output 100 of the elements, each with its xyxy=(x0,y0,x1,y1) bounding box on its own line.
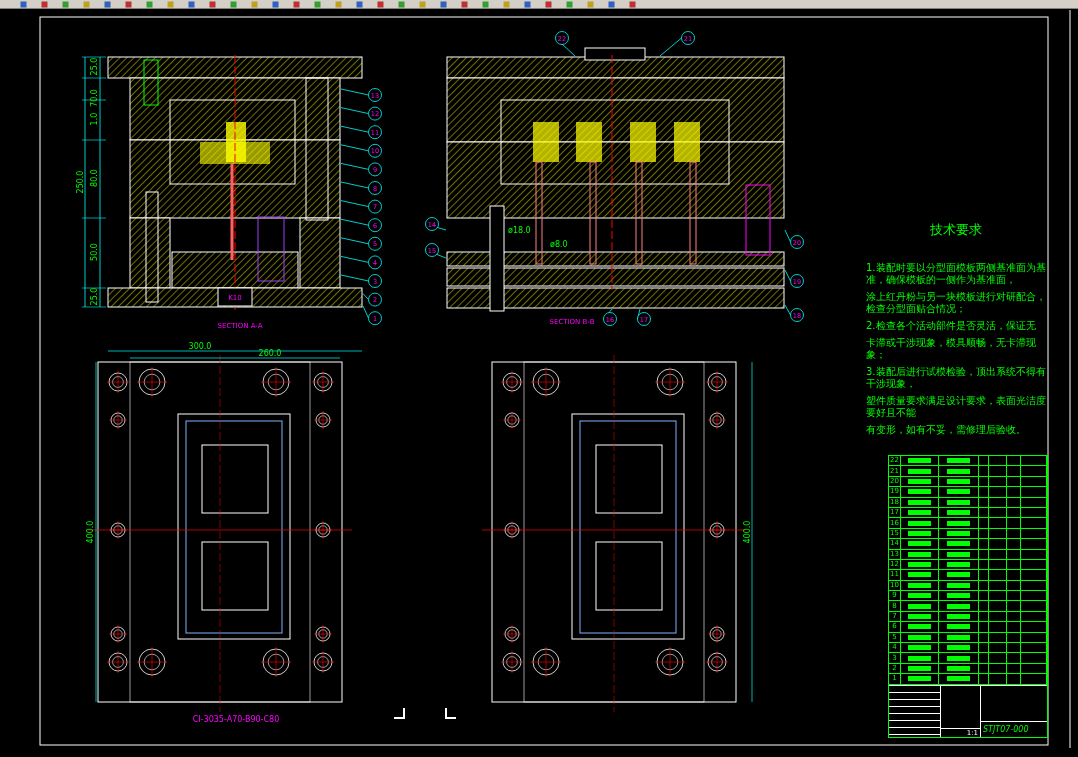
bolt-hole-icon xyxy=(705,650,729,674)
leader-line xyxy=(340,237,369,245)
bolt-hole-icon xyxy=(108,410,128,430)
blurred-text-mark xyxy=(946,489,971,495)
bolt-hole-icon xyxy=(136,646,168,678)
bolt-hole-icon xyxy=(500,650,524,674)
tool-icon[interactable] xyxy=(398,0,405,8)
tool-icon[interactable] xyxy=(461,0,468,8)
blurred-text-mark xyxy=(946,458,971,464)
blurred-text-mark xyxy=(946,634,971,640)
tool-icon[interactable] xyxy=(608,0,615,8)
tool-icon[interactable] xyxy=(272,0,279,8)
blurred-text-mark xyxy=(946,478,971,484)
leader-line xyxy=(362,305,369,319)
tool-icon[interactable] xyxy=(440,0,447,8)
tool-icon[interactable] xyxy=(20,0,27,8)
blurred-text-mark xyxy=(946,551,971,557)
blurred-text-mark xyxy=(946,603,971,609)
leader-line xyxy=(340,181,369,189)
dimension-text: ø8.0 xyxy=(550,240,568,249)
leader-line xyxy=(340,125,369,133)
bolt-hole-icon xyxy=(707,410,727,430)
leader-line xyxy=(784,304,791,316)
leader-line xyxy=(340,274,369,282)
requirement-text: 涂上红丹粉与另一块模板进行对研配合，检查分型面贴合情况； xyxy=(866,291,1046,315)
tool-icon[interactable] xyxy=(293,0,300,8)
blurred-text-mark xyxy=(908,614,931,620)
bolt-hole-icon xyxy=(502,624,522,644)
blurred-text-mark xyxy=(908,499,931,505)
blurred-text-mark xyxy=(908,530,931,536)
requirement-text: 卡滞或干涉现象，模具顺畅，无卡滞现象； xyxy=(866,337,1037,361)
tool-icon[interactable] xyxy=(629,0,636,8)
tool-icon[interactable] xyxy=(104,0,111,8)
blurred-text-mark xyxy=(908,489,931,495)
bolt-hole-icon xyxy=(108,624,128,644)
dimension-text: 400.0 xyxy=(86,520,95,544)
corner-mark-icon xyxy=(393,707,405,719)
tool-icon[interactable] xyxy=(566,0,573,8)
tool-icon[interactable] xyxy=(125,0,132,8)
tool-icon[interactable] xyxy=(209,0,216,8)
tool-icon[interactable] xyxy=(146,0,153,8)
bolt-hole-icon xyxy=(500,370,524,394)
bolt-hole-icon xyxy=(707,624,727,644)
leader-line xyxy=(340,88,369,96)
blurred-text-mark xyxy=(908,520,931,526)
requirement-text: 塑件质量要求满足设计要求，表面光洁度要好且不能 xyxy=(866,395,1046,419)
blurred-text-mark xyxy=(908,645,931,651)
blurred-text-mark xyxy=(946,468,971,474)
bolt-hole-icon xyxy=(136,366,168,398)
bolt-hole-icon xyxy=(260,366,292,398)
blurred-text-mark xyxy=(946,572,971,578)
tool-icon[interactable] xyxy=(377,0,384,8)
tool-icon[interactable] xyxy=(314,0,321,8)
blurred-text-mark xyxy=(908,458,931,464)
blurred-text-mark xyxy=(946,510,971,516)
tool-icon[interactable] xyxy=(356,0,363,8)
blurred-text-mark xyxy=(946,541,971,547)
blurred-text-mark xyxy=(908,478,931,484)
requirement-text: 有变形，如有不妥，需修理后验收。 xyxy=(866,424,1027,436)
leader-line xyxy=(659,37,682,57)
tool-icon[interactable] xyxy=(545,0,552,8)
dimension-text: 260.0 xyxy=(258,349,282,358)
blurred-text-mark xyxy=(908,551,931,557)
tool-icon[interactable] xyxy=(188,0,195,8)
dimension-text: 70.0 xyxy=(90,89,99,107)
dimension-text: 300.0 xyxy=(188,342,212,351)
blurred-text-mark xyxy=(946,582,971,588)
tool-icon[interactable] xyxy=(62,0,69,8)
tool-icon[interactable] xyxy=(524,0,531,8)
blurred-text-mark xyxy=(908,468,931,474)
bolt-hole-icon xyxy=(313,410,333,430)
bolt-hole-icon xyxy=(260,646,292,678)
dimension-text: 1.0 xyxy=(90,112,99,126)
blurred-text-mark xyxy=(908,634,931,640)
blurred-text-mark xyxy=(908,676,931,682)
blurred-text-mark xyxy=(946,676,971,682)
blurred-text-mark xyxy=(908,510,931,516)
bolt-hole-icon xyxy=(530,366,562,398)
leader-line xyxy=(784,229,791,243)
bolt-hole-icon xyxy=(108,520,128,540)
blurred-text-mark xyxy=(946,645,971,651)
bolt-hole-icon xyxy=(311,650,335,674)
blurred-text-mark xyxy=(946,499,971,505)
blurred-text-mark xyxy=(908,603,931,609)
requirements-title: 技术要求 xyxy=(930,221,982,239)
blurred-text-mark xyxy=(908,624,931,630)
bolt-hole-icon xyxy=(313,520,333,540)
label-box xyxy=(217,287,253,307)
bolt-hole-icon xyxy=(502,410,522,430)
tool-icon[interactable] xyxy=(41,0,48,8)
tool-icon[interactable] xyxy=(230,0,237,8)
bolt-hole-icon xyxy=(311,370,335,394)
plan-caption: CI-3035-A70-B90-C80 xyxy=(192,715,280,724)
tool-icon[interactable] xyxy=(482,0,489,8)
blurred-text-mark xyxy=(946,624,971,630)
bolt-hole-icon xyxy=(654,366,686,398)
blurred-text-mark xyxy=(946,562,971,568)
bolt-hole-icon xyxy=(106,650,130,674)
dimension-text: 80.0 xyxy=(90,169,99,187)
requirement-text: 1.装配时要以分型面模板两侧基准面为基准，确保模板的一侧作为基准面， xyxy=(866,262,1046,286)
